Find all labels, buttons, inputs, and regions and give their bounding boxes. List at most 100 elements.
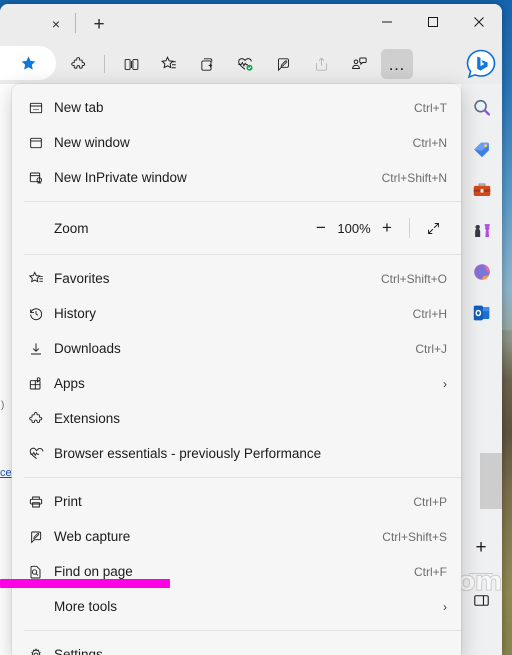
sidebar-tools-icon[interactable]	[466, 172, 498, 208]
zoom-value: 100%	[337, 220, 371, 236]
menu-item-label: New InPrivate window	[54, 170, 187, 185]
split-screen-icon[interactable]	[115, 49, 147, 79]
menu-item-new-tab[interactable]: New tab Ctrl+T	[12, 90, 461, 125]
menu-separator	[24, 477, 461, 478]
toolbar-buttons: …	[62, 49, 413, 79]
menu-item-label: Extensions	[54, 411, 121, 426]
menu-item-downloads[interactable]: Downloads Ctrl+J	[12, 331, 461, 366]
menu-item-shortcut: Ctrl+J	[415, 341, 447, 356]
apps-icon	[28, 376, 54, 392]
menu-item-label: New tab	[54, 100, 104, 115]
favorites-list-icon[interactable]	[153, 49, 185, 79]
menu-item-label: Settings	[54, 647, 103, 655]
collections-icon[interactable]	[191, 49, 223, 79]
menu-item-shortcut: Ctrl+F	[414, 564, 447, 579]
menu-separator	[24, 630, 461, 631]
menu-item-label: Apps	[54, 376, 85, 391]
menu-separator	[24, 254, 461, 255]
share-icon[interactable]	[305, 49, 337, 79]
tab-separator	[75, 13, 76, 33]
settings-highlight-annotation	[0, 579, 170, 588]
sidebar-outlook-icon[interactable]	[466, 295, 498, 331]
menu-item-apps[interactable]: Apps ›	[12, 366, 461, 401]
page-text-fragment: )	[1, 400, 5, 411]
sidebar-panel-icon[interactable]	[465, 584, 497, 616]
sidebar-microsoft365-icon[interactable]	[466, 254, 498, 290]
zoom-label: Zoom	[54, 220, 89, 236]
menu-item-label: History	[54, 306, 97, 321]
inprivate-window-icon	[28, 170, 54, 186]
bing-discover-icon[interactable]	[466, 49, 496, 79]
menu-item-shortcut: Ctrl+Shift+N	[381, 170, 447, 185]
edge-browser-window: × + …) ce + New tab Ctrl+T New window C…	[0, 4, 502, 655]
edge-sidebar: +	[461, 84, 502, 655]
favorites-icon	[28, 270, 54, 287]
menu-item-label: Find on page	[54, 564, 133, 579]
print-icon	[28, 494, 54, 510]
menu-item-label: Browser essentials - previously Performa…	[54, 446, 322, 461]
history-icon	[28, 306, 54, 322]
settings-and-more-menu: New tab Ctrl+T New window Ctrl+N New InP…	[12, 84, 461, 655]
zoom-out-button[interactable]: −	[308, 215, 334, 241]
menu-item-new-window[interactable]: New window Ctrl+N	[12, 125, 461, 160]
menu-item-favorites[interactable]: Favorites Ctrl+Shift+O	[12, 261, 461, 296]
screen: × + …) ce + New tab Ctrl+T New window C…	[0, 0, 512, 655]
extensions-icon[interactable]	[62, 49, 94, 79]
sidebar-shopping-icon[interactable]	[466, 131, 498, 167]
menu-zoom-row: Zoom − 100% +	[12, 208, 461, 248]
settings-and-more-icon[interactable]: …	[381, 49, 413, 79]
copilot-chat-icon[interactable]	[343, 49, 375, 79]
extensions-icon	[28, 411, 54, 427]
close-window-button[interactable]	[456, 4, 502, 40]
menu-item-settings[interactable]: Settings	[12, 637, 461, 655]
minimize-button[interactable]	[364, 4, 410, 40]
new-tab-button[interactable]: +	[87, 13, 111, 35]
browser-essentials-icon	[28, 445, 54, 462]
menu-item-web-capture[interactable]: Web capture Ctrl+Shift+S	[12, 519, 461, 554]
menu-item-shortcut: Ctrl+N	[412, 135, 447, 150]
menu-item-history[interactable]: History Ctrl+H	[12, 296, 461, 331]
menu-item-label: Favorites	[54, 271, 110, 286]
browser-essentials-icon[interactable]	[229, 49, 261, 79]
menu-item-new-inprivate-window[interactable]: New InPrivate window Ctrl+Shift+N	[12, 160, 461, 195]
tab-close-button[interactable]: ×	[47, 15, 65, 33]
menu-item-more-tools[interactable]: More tools ›	[12, 589, 461, 624]
new-tab-icon	[28, 100, 54, 116]
new-window-icon	[28, 135, 54, 151]
sidebar-games-icon[interactable]	[466, 213, 498, 249]
tab-strip: × +	[0, 4, 502, 44]
settings-gear-icon	[28, 647, 54, 655]
menu-item-print[interactable]: Print Ctrl+P	[12, 484, 461, 519]
menu-item-shortcut: Ctrl+T	[414, 100, 447, 115]
sidebar-divider	[469, 573, 493, 574]
menu-item-browser-essentials[interactable]: Browser essentials - previously Performa…	[12, 436, 461, 471]
sidebar-scrollbar[interactable]	[480, 453, 502, 509]
fullscreen-icon[interactable]	[419, 215, 447, 241]
window-controls	[364, 4, 502, 44]
zoom-in-button[interactable]: +	[374, 215, 400, 241]
menu-item-label: New window	[54, 135, 130, 150]
favorites-star-icon[interactable]	[0, 46, 56, 80]
maximize-button[interactable]	[410, 4, 456, 40]
menu-item-shortcut: Ctrl+Shift+O	[380, 271, 447, 286]
toolbar-divider	[104, 55, 105, 73]
sidebar-search-icon[interactable]	[466, 90, 498, 126]
web-capture-icon[interactable]	[267, 49, 299, 79]
chevron-right-icon: ›	[443, 376, 447, 391]
zoom-controls: − 100% +	[308, 215, 447, 241]
find-on-page-icon	[28, 564, 54, 580]
menu-item-label: More tools	[54, 599, 118, 614]
sidebar-add-button[interactable]: +	[465, 534, 497, 562]
menu-item-label: Downloads	[54, 341, 121, 356]
downloads-icon	[28, 341, 54, 357]
menu-item-shortcut: Ctrl+P	[413, 494, 447, 509]
menu-item-shortcut: Ctrl+H	[412, 306, 447, 321]
menu-item-extensions[interactable]: Extensions	[12, 401, 461, 436]
menu-separator	[24, 201, 461, 202]
menu-item-label: Web capture	[54, 529, 131, 544]
page-link-fragment[interactable]: ce	[0, 467, 12, 479]
more-dots-label: …	[388, 54, 406, 74]
menu-item-shortcut: Ctrl+Shift+S	[382, 529, 447, 544]
chevron-right-icon: ›	[443, 599, 447, 614]
browser-toolbar: …	[0, 44, 502, 84]
